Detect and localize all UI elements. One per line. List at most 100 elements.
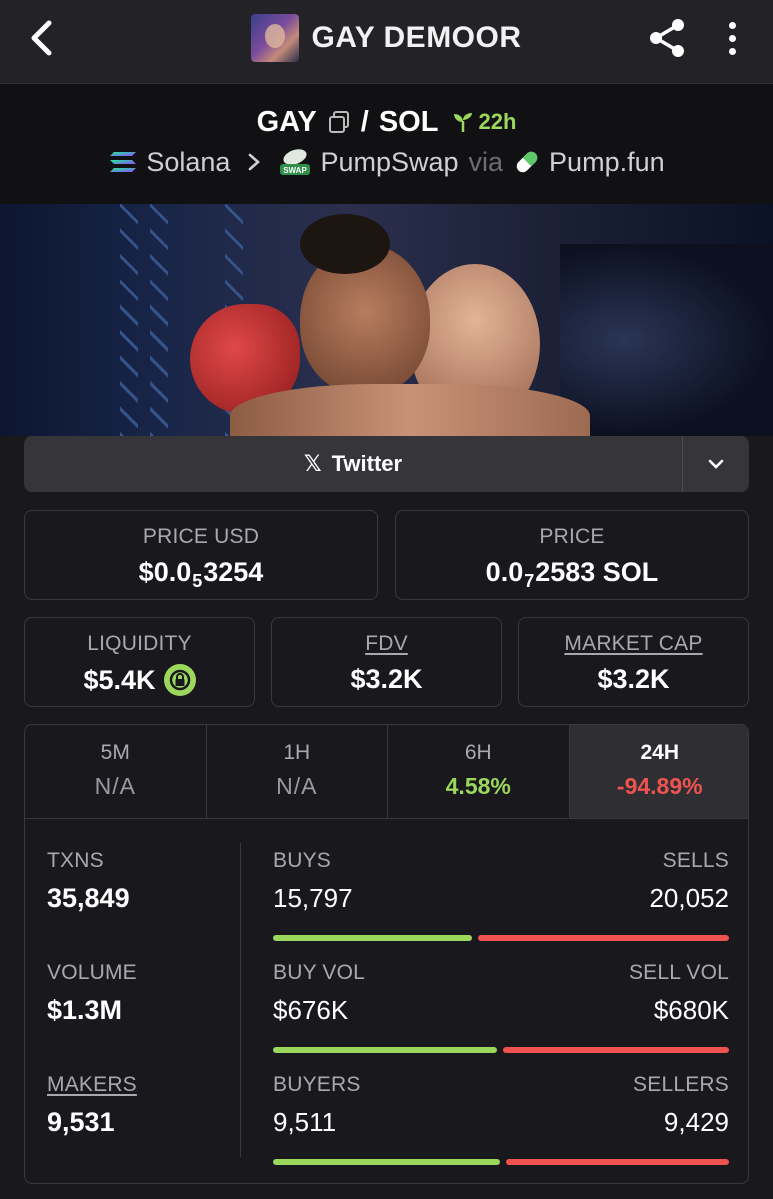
copy-icon[interactable] — [327, 110, 351, 134]
lock-icon[interactable] — [163, 664, 196, 696]
makers-value: 9,531 — [47, 1107, 115, 1137]
sellers-bar — [506, 1159, 729, 1165]
pair-title: GAY / SOL 22h — [0, 104, 773, 140]
buyers-sellers-stat: BUYERS SELLERS 9,511 9,429 — [273, 1073, 729, 1173]
buy-vol-value: $676K — [273, 995, 349, 1025]
price-usd-zero-count: 5 — [192, 571, 203, 591]
volume-value: $1.3M — [47, 995, 123, 1025]
market-cap-label[interactable]: MARKET CAP — [519, 632, 748, 656]
liquidity-value: $5.4K — [83, 664, 156, 695]
makers-stat: MAKERS 9,531 — [47, 1073, 137, 1138]
pair-info: GAY / SOL 22h Solana SWAP PumpSwap via P… — [0, 84, 773, 204]
price-sol-digits: 2583 SOL — [535, 557, 659, 587]
buyers-label: BUYERS — [273, 1073, 361, 1096]
base-symbol: GAY — [256, 105, 317, 138]
sprout-icon — [454, 113, 473, 132]
pair-age: 22h — [452, 109, 516, 135]
buyers-bar — [273, 1159, 500, 1165]
dex-link-pumpswap[interactable]: SWAP PumpSwap — [278, 146, 459, 178]
price-sol-prefix: 0.0 — [485, 557, 524, 587]
x-logo-icon: 𝕏 — [303, 451, 322, 476]
buy-vol-label: BUY VOL — [273, 961, 366, 984]
svg-text:SWAP: SWAP — [284, 166, 308, 175]
via-label: via — [468, 146, 504, 177]
launchpad-link-pumpfun[interactable]: Pump.fun — [513, 147, 665, 178]
makers-ratio-bar — [273, 1159, 729, 1165]
buys-label: BUYS — [273, 849, 331, 872]
tab-24h[interactable]: 24H -94.89% — [569, 725, 748, 818]
liquidity-card: LIQUIDITY $5.4K — [24, 617, 255, 707]
chain-breadcrumb: Solana SWAP PumpSwap via Pump.fun — [0, 144, 773, 180]
price-sol-value: 0.0 7 2583 SOL — [396, 557, 748, 591]
pumpswap-icon: SWAP — [280, 149, 311, 175]
sellers-label: SELLERS — [633, 1073, 729, 1096]
more-dot-icon — [728, 34, 736, 42]
twitter-button[interactable]: 𝕏 Twitter — [24, 436, 683, 492]
sell-vol-label: SELL VOL — [628, 961, 729, 984]
volume-label: VOLUME — [47, 961, 137, 984]
price-usd-prefix: $0.0 — [138, 557, 192, 587]
tab-label: 5M — [100, 741, 130, 764]
stats-panel: 5M N/A 1H N/A 6H 4.58% 24H -94.89% TXNS … — [24, 724, 749, 1184]
tab-change: N/A — [94, 773, 136, 799]
fdv-label[interactable]: FDV — [272, 632, 501, 656]
price-sol-label: PRICE — [539, 525, 605, 548]
timeframe-tabs: 5M N/A 1H N/A 6H 4.58% 24H -94.89% — [25, 725, 748, 819]
social-links-bar: 𝕏 Twitter — [24, 436, 749, 492]
tab-6h[interactable]: 6H 4.58% — [388, 725, 570, 818]
buy-sell-volume-stat: BUY VOL SELL VOL $676K $680K — [273, 961, 729, 1061]
tab-label: 1H — [283, 741, 311, 764]
quote-symbol: SOL — [378, 105, 439, 138]
tab-label: 24H — [640, 741, 680, 764]
price-usd-card: PRICE USD $0.0 5 3254 — [24, 510, 378, 600]
volume-stat: VOLUME $1.3M — [47, 961, 137, 1026]
txns-label: TXNS — [47, 849, 104, 872]
liquidity-value-row: $5.4K — [25, 664, 254, 696]
liquidity-label: LIQUIDITY — [87, 632, 192, 655]
launchpad-name: Pump.fun — [549, 146, 665, 177]
links-expand-button[interactable] — [683, 436, 749, 492]
chevron-down-icon — [708, 459, 724, 469]
share-icon — [650, 19, 684, 57]
buy-vol-bar — [273, 1047, 497, 1053]
top-bar: GAY DEMOOR — [0, 0, 773, 84]
column-divider — [240, 843, 241, 1157]
makers-label[interactable]: MAKERS — [47, 1073, 137, 1097]
txns-stat: TXNS 35,849 — [47, 849, 130, 914]
chain-link-solana[interactable]: Solana — [108, 147, 230, 178]
tab-change: -94.89% — [616, 773, 703, 799]
price-sol-card: PRICE 0.0 7 2583 SOL — [395, 510, 749, 600]
market-cap-card[interactable]: MARKET CAP $3.2K — [518, 617, 749, 707]
tab-5m[interactable]: 5M N/A — [25, 725, 207, 818]
buys-bar — [273, 935, 472, 941]
fdv-card[interactable]: FDV $3.2K — [271, 617, 502, 707]
age-value: 22h — [478, 109, 517, 134]
sells-value: 20,052 — [649, 883, 729, 913]
price-usd-value: $0.0 5 3254 — [25, 557, 377, 591]
twitter-label: Twitter — [331, 451, 403, 476]
token-title: GAY DEMOOR — [311, 21, 522, 54]
token-avatar — [251, 14, 300, 62]
more-dot-icon — [728, 47, 736, 55]
chain-name: Solana — [146, 146, 231, 177]
tab-change: 4.58% — [445, 773, 511, 799]
dex-name: PumpSwap — [320, 146, 459, 177]
tab-1h[interactable]: 1H N/A — [207, 725, 388, 818]
volume-ratio-bar — [273, 1047, 729, 1053]
fdv-value: $3.2K — [350, 664, 423, 694]
solana-icon — [110, 152, 137, 172]
buyers-value: 9,511 — [273, 1107, 337, 1137]
chevron-right-icon — [249, 153, 261, 171]
buys-value: 15,797 — [273, 883, 353, 913]
sell-vol-value: $680K — [653, 995, 729, 1025]
tab-label: 6H — [464, 741, 492, 764]
sells-bar — [478, 935, 729, 941]
share-button[interactable] — [646, 16, 690, 60]
sell-vol-bar — [503, 1047, 729, 1053]
sells-label: SELLS — [662, 849, 729, 872]
price-sol-zero-count: 7 — [524, 571, 535, 591]
pill-icon — [516, 151, 538, 173]
sellers-value: 9,429 — [663, 1107, 729, 1137]
more-options-button[interactable] — [718, 18, 746, 58]
token-banner-image — [0, 204, 773, 436]
